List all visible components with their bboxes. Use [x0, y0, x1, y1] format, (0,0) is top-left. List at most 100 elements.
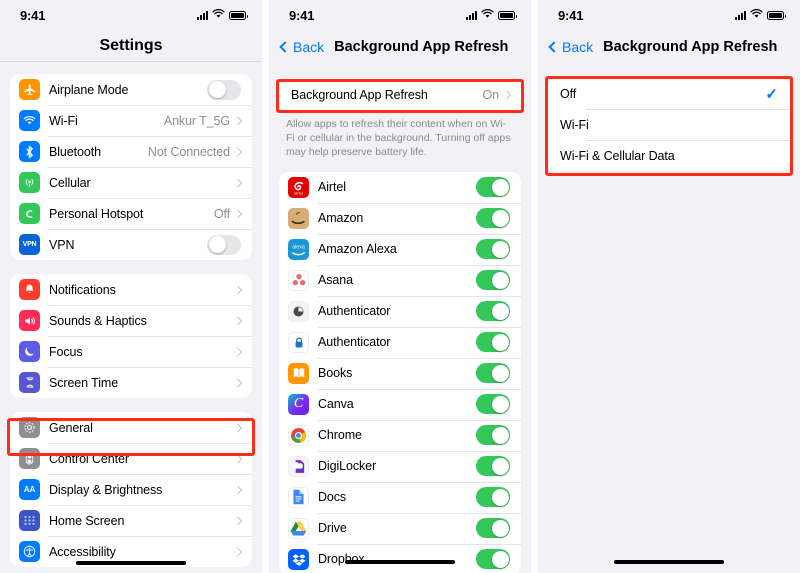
chevron-right-icon	[233, 485, 243, 494]
accessibility-icon	[19, 541, 40, 562]
navbar: Back Background App Refresh	[269, 30, 531, 64]
settings-scroll-area[interactable]: Airplane Mode Wi-Fi Ankur T_5G Bluetooth	[0, 62, 262, 567]
app-toggle[interactable]	[476, 549, 510, 570]
option-wifi-cellular-data[interactable]: Wi-Fi & Cellular Data	[548, 140, 790, 171]
airplane-mode-toggle[interactable]	[207, 79, 241, 100]
back-button-label: Back	[293, 39, 325, 55]
sidebar-item-notifications[interactable]: Notifications	[10, 274, 252, 305]
chevron-right-icon	[233, 347, 243, 356]
list-item[interactable]: Chrome	[279, 419, 521, 451]
airtel-icon: airtel	[288, 176, 309, 198]
app-toggle[interactable]	[476, 177, 510, 198]
vpn-toggle[interactable]	[207, 234, 241, 255]
status-bar: 9:41	[269, 0, 531, 30]
app-toggle[interactable]	[476, 208, 510, 229]
sidebar-item-wifi[interactable]: Wi-Fi Ankur T_5G	[10, 105, 252, 136]
app-toggle[interactable]	[476, 394, 510, 415]
airplane-icon	[19, 79, 40, 100]
wifi-icon	[750, 6, 763, 24]
sidebar-item-personal-hotspot[interactable]: Personal Hotspot Off	[10, 198, 252, 229]
digilocker-icon	[288, 455, 309, 477]
option-wifi[interactable]: Wi-Fi	[548, 109, 790, 140]
option-label: Wi-Fi	[560, 117, 589, 132]
sidebar-item-airplane-mode[interactable]: Airplane Mode	[10, 74, 252, 105]
option-label: Off	[560, 86, 577, 101]
app-toggle[interactable]	[476, 332, 510, 353]
list-item-label: Canva	[318, 397, 354, 412]
page-title: Settings	[99, 36, 163, 54]
list-item[interactable]: Asana	[279, 264, 521, 296]
list-item[interactable]: Docs	[279, 481, 521, 513]
list-item[interactable]: DigiLocker	[279, 450, 521, 482]
app-toggle[interactable]	[476, 487, 510, 508]
sidebar-item-general[interactable]: General	[10, 412, 252, 443]
home-indicator	[614, 560, 724, 564]
row-label: Personal Hotspot	[49, 206, 144, 221]
list-item-label: Asana	[318, 273, 353, 288]
chevron-right-icon	[233, 454, 243, 463]
chevron-right-icon	[233, 516, 243, 525]
row-label: Display & Brightness	[49, 482, 163, 497]
chevron-right-icon	[233, 378, 243, 387]
hourglass-icon	[19, 372, 40, 393]
sidebar-item-screen-time[interactable]: Screen Time	[10, 367, 252, 398]
list-item[interactable]: alexa Amazon Alexa	[279, 233, 521, 265]
app-toggle[interactable]	[476, 425, 510, 446]
back-button[interactable]: Back	[279, 39, 325, 55]
list-item[interactable]: Drive	[279, 512, 521, 544]
status-time: 9:41	[558, 7, 584, 23]
row-label: Airplane Mode	[49, 82, 129, 97]
list-item[interactable]: Authenticator	[279, 326, 521, 358]
dropbox-icon	[288, 548, 309, 570]
list-item[interactable]: Dropbox	[279, 543, 521, 573]
cellular-signal-icon	[466, 10, 477, 20]
row-label: Control Center	[49, 451, 129, 466]
sidebar-item-focus[interactable]: Focus	[10, 336, 252, 367]
background-app-refresh-row[interactable]: Background App Refresh On	[279, 78, 521, 112]
bgr-scroll-area[interactable]: Background App Refresh On Allow apps to …	[269, 64, 531, 573]
sidebar-item-control-center[interactable]: Control Center	[10, 443, 252, 474]
row-value: On	[482, 88, 500, 102]
app-toggle[interactable]	[476, 518, 510, 539]
amazon-alexa-icon: alexa	[288, 238, 309, 260]
wifi-icon	[481, 6, 494, 24]
chrome-icon	[288, 424, 309, 446]
list-item-label: Authenticator	[318, 335, 391, 350]
chevron-left-icon	[279, 41, 291, 53]
list-item-label: Drive	[318, 521, 347, 536]
status-time: 9:41	[20, 7, 46, 23]
app-toggle[interactable]	[476, 456, 510, 477]
page-title: Background App Refresh	[334, 39, 509, 55]
sidebar-item-display-brightness[interactable]: AA Display & Brightness	[10, 474, 252, 505]
speaker-icon	[19, 310, 40, 331]
list-item[interactable]: C Canva	[279, 388, 521, 420]
list-item[interactable]: airtel Airtel	[279, 171, 521, 203]
sidebar-item-cellular[interactable]: Cellular	[10, 167, 252, 198]
list-item[interactable]: Amazon	[279, 202, 521, 234]
settings-group-general: General Control Center AA Display & Brig…	[10, 412, 252, 567]
svg-text:airtel: airtel	[294, 190, 303, 195]
sidebar-item-vpn[interactable]: VPN VPN	[10, 229, 252, 260]
options-scroll-area: Off ✓ Wi-Fi Wi-Fi & Cellular Data	[538, 64, 800, 171]
app-toggle[interactable]	[476, 363, 510, 384]
status-icons	[197, 6, 248, 24]
list-item-label: Amazon Alexa	[318, 242, 397, 257]
chevron-right-icon	[233, 178, 243, 187]
row-label: Screen Time	[49, 375, 119, 390]
row-label: Accessibility	[49, 544, 116, 559]
sidebar-item-sounds-haptics[interactable]: Sounds & Haptics	[10, 305, 252, 336]
option-off[interactable]: Off ✓	[548, 78, 790, 109]
app-toggle[interactable]	[476, 270, 510, 291]
list-item[interactable]: Books	[279, 357, 521, 389]
sidebar-item-home-screen[interactable]: Home Screen	[10, 505, 252, 536]
app-toggle[interactable]	[476, 239, 510, 260]
row-label: Notifications	[49, 282, 116, 297]
list-item[interactable]: Authenticator	[279, 295, 521, 327]
battery-icon	[767, 10, 786, 20]
cellular-signal-icon	[197, 10, 208, 20]
sidebar-item-bluetooth[interactable]: Bluetooth Not Connected	[10, 136, 252, 167]
back-button[interactable]: Back	[548, 39, 593, 55]
books-icon	[288, 362, 309, 384]
battery-icon	[229, 10, 248, 20]
app-toggle[interactable]	[476, 301, 510, 322]
